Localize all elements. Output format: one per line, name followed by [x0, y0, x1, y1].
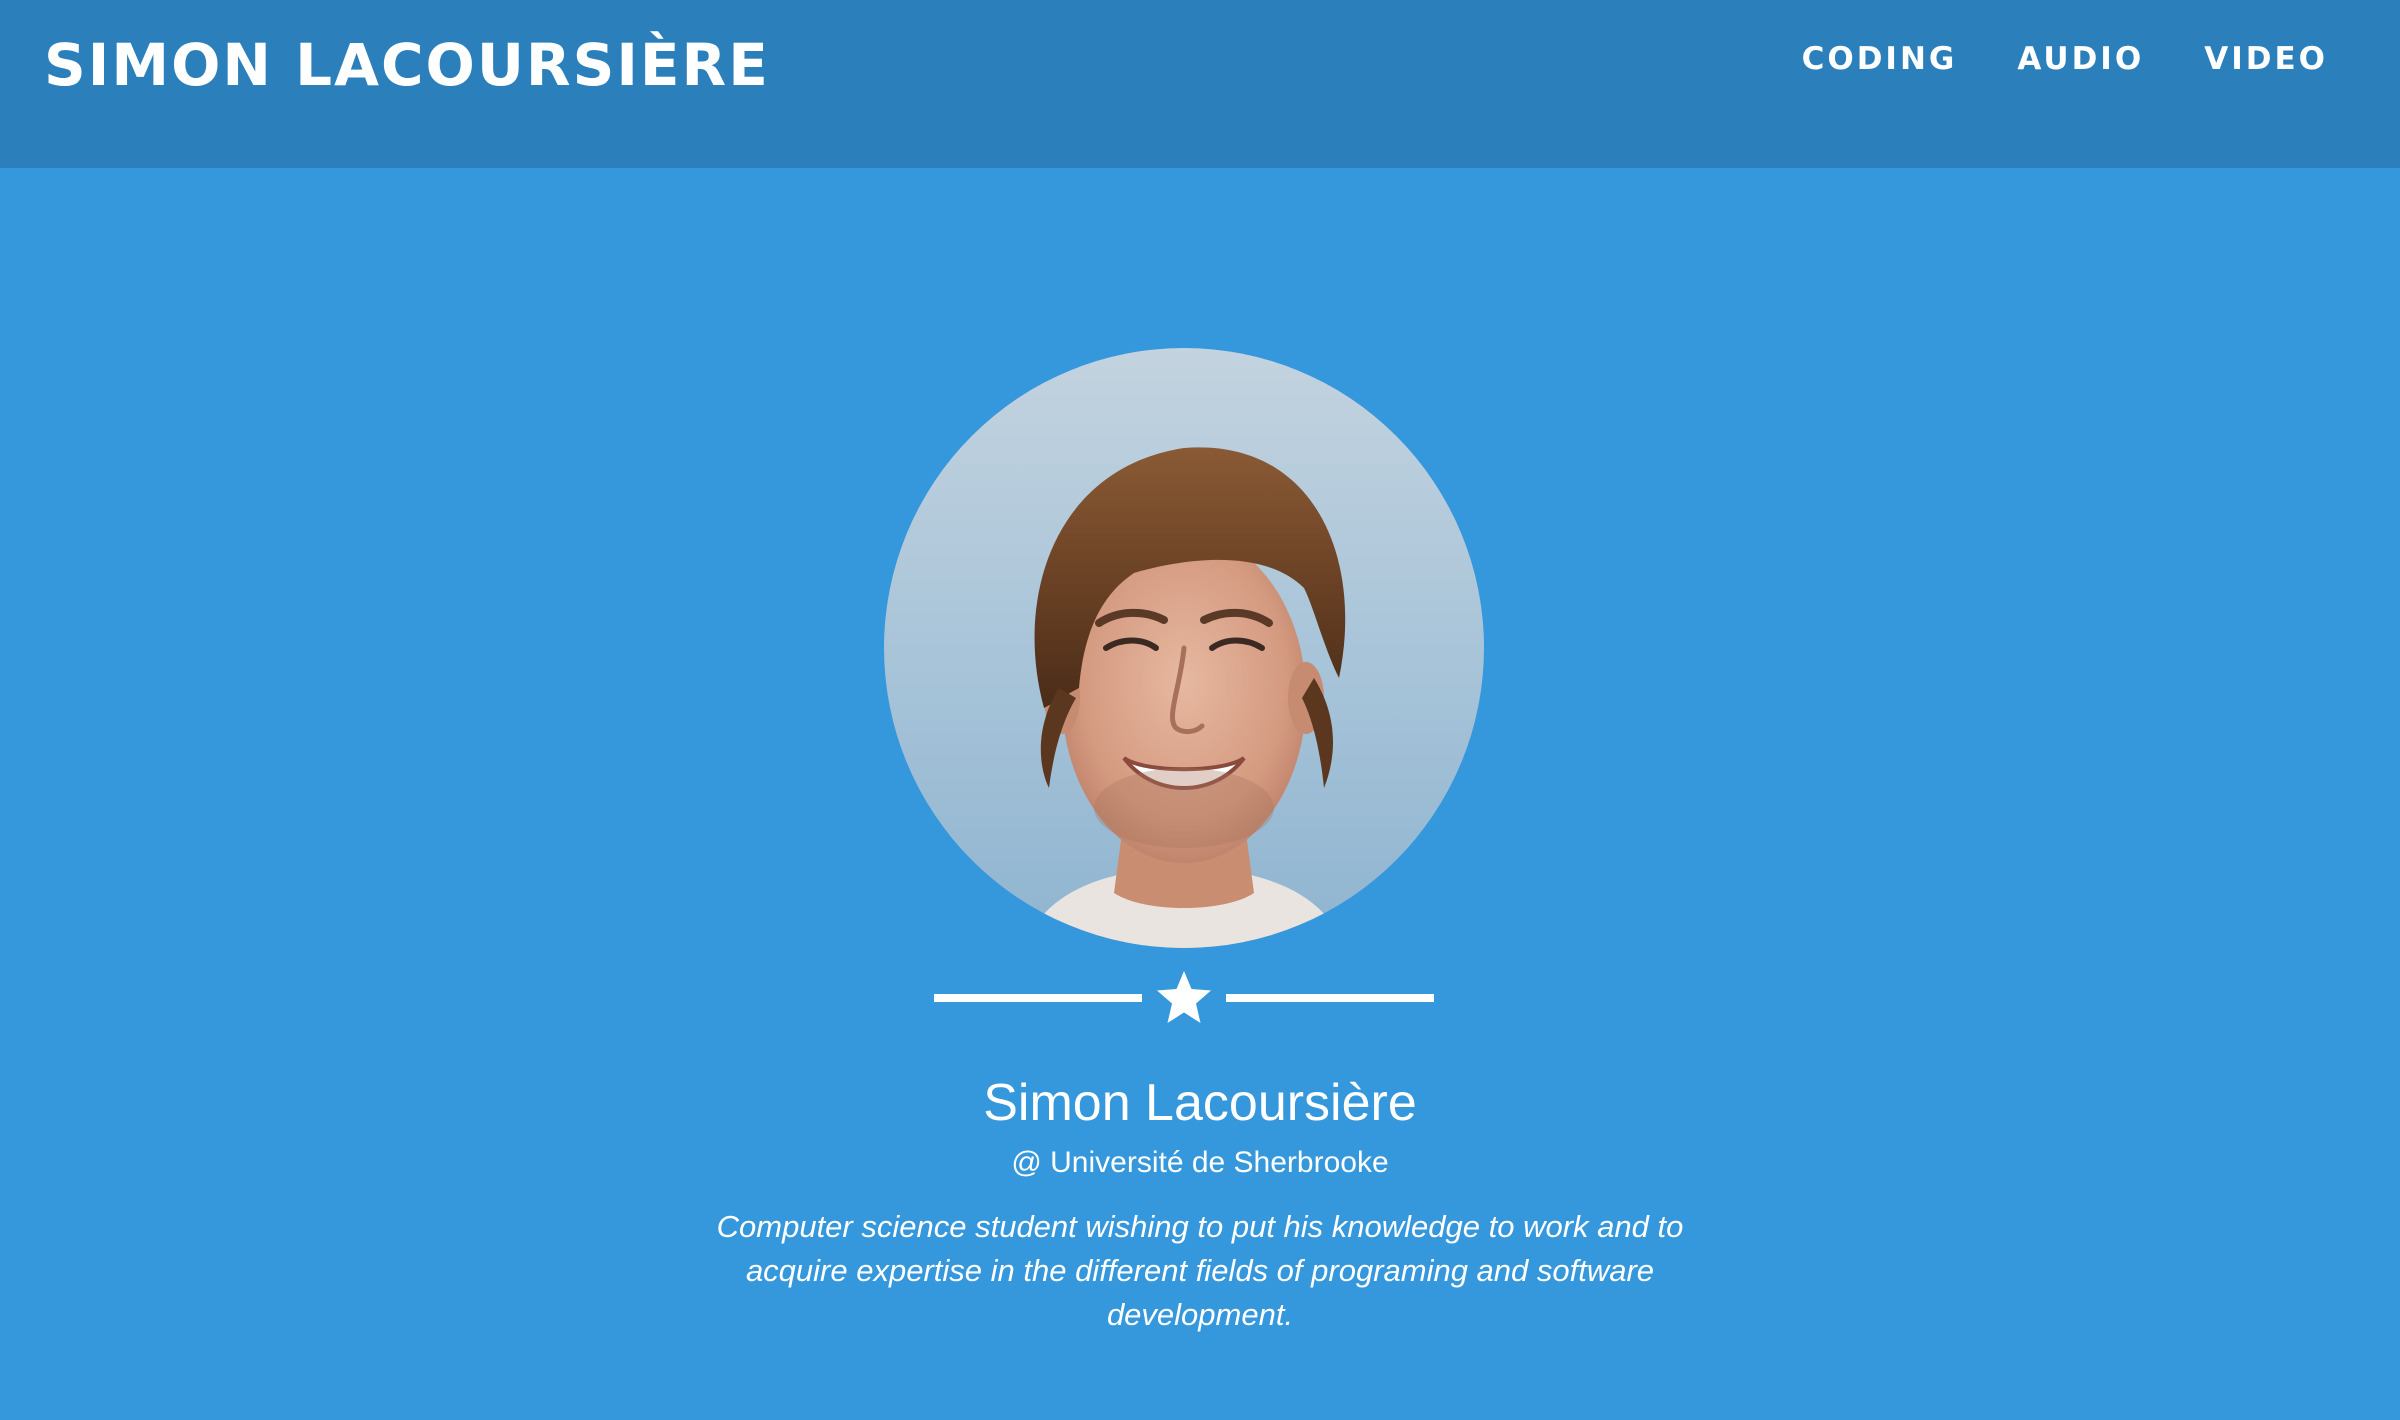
- divider-line-right: [1226, 994, 1434, 1002]
- profile-affiliation: @ Université de Sherbrooke: [1011, 1146, 1389, 1179]
- nav-links: CODING AUDIO VIDEO: [1802, 38, 2328, 80]
- hero-section: Simon Lacoursière @ Université de Sherbr…: [0, 168, 2400, 1420]
- nav-link-video[interactable]: VIDEO: [2204, 38, 2328, 80]
- nav-link-coding[interactable]: CODING: [1802, 38, 1958, 80]
- profile-name: Simon Lacoursière: [983, 1074, 1417, 1132]
- profile-bio: Computer science student wishing to put …: [716, 1209, 1684, 1332]
- navbar: SIMON LACOURSIÈRE CODING AUDIO VIDEO: [0, 0, 2400, 168]
- nav-link-audio[interactable]: AUDIO: [2017, 38, 2144, 80]
- profile-photo: [884, 348, 1484, 948]
- divider-line-left: [934, 994, 1142, 1002]
- star-divider: [934, 968, 1434, 1028]
- profile-photo-image: [884, 348, 1484, 948]
- brand-link[interactable]: SIMON LACOURSIÈRE: [44, 30, 770, 100]
- star-icon: [1157, 971, 1211, 1023]
